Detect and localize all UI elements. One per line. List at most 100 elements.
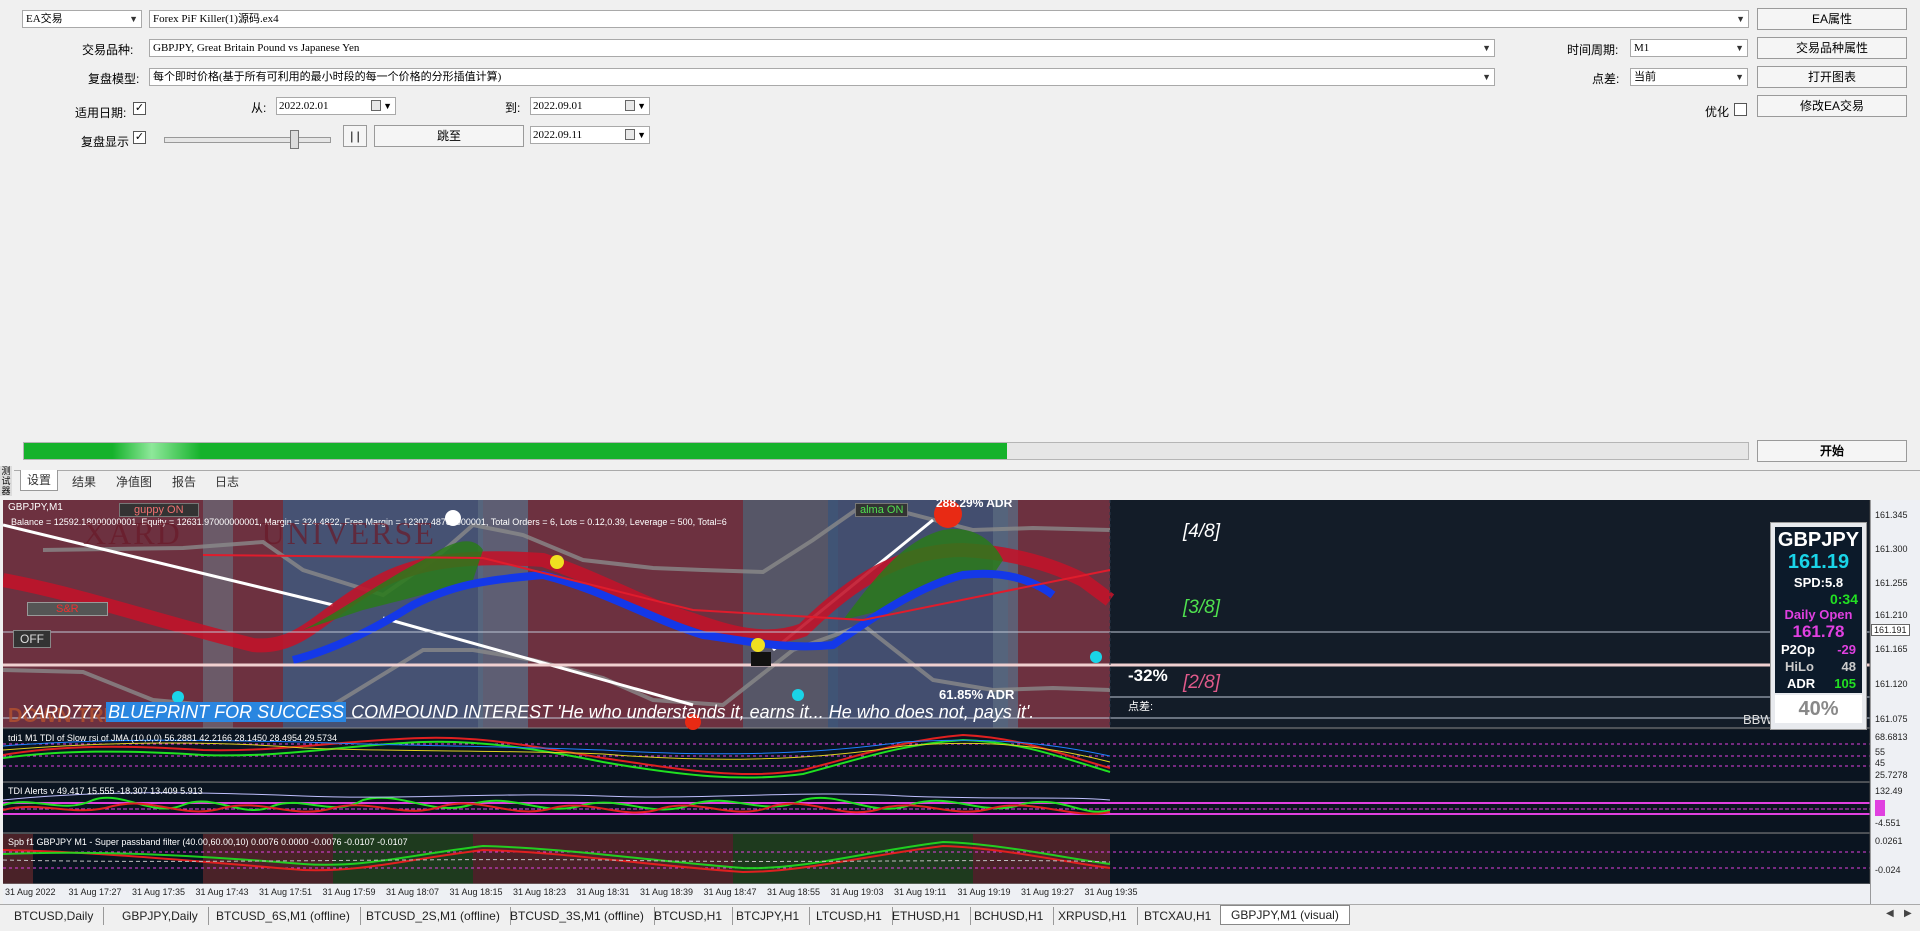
chart-tab[interactable]: GBPJPY,M1 (visual) (1220, 905, 1350, 925)
tab-journal[interactable]: 日志 (209, 472, 245, 492)
chart-tab[interactable]: LTCUSD,H1 (806, 907, 893, 925)
indicator3-label: Spb f1 GBPJPY M1 - Super passband filter… (8, 837, 408, 847)
period-label: 时间周期: (1567, 43, 1619, 57)
marquee-xard: XARD777 (21, 702, 102, 722)
ea-file-select[interactable]: Forex PiF Killer(1)源码.ex4 ▼ (149, 10, 1749, 28)
time-axis-label: 31 Aug 18:47 (703, 887, 757, 897)
time-axis-label: 31 Aug 18:23 (513, 887, 567, 897)
pause-button[interactable]: | | (343, 125, 367, 147)
indicator1-scale-bottom: 25.7278 (1875, 770, 1908, 780)
visual-mode-checkbox[interactable]: ✓ (133, 131, 146, 144)
adr-top-label: 288.29% ADR (936, 500, 1013, 510)
calendar-icon (371, 100, 381, 111)
model-select[interactable]: 每个即时价格(基于所有可利用的最小时段的每一个价格的分形插值计算) ▼ (149, 68, 1495, 86)
progress-fill (24, 443, 1007, 459)
chart-tab[interactable]: ETHUSD,H1 (882, 907, 972, 925)
current-price-tag: 161.191 (1871, 624, 1910, 636)
period-select[interactable]: M1 ▼ (1630, 39, 1748, 57)
indicator2-label: TDI Alerts v 49.417 15.555 -18.307 13.40… (8, 786, 203, 796)
chevron-down-icon: ▼ (129, 14, 138, 24)
tester-tabs (14, 470, 1920, 495)
use-date-label: 适用日期: (75, 106, 127, 120)
alma-toggle[interactable]: alma ON (855, 503, 909, 517)
spread-label: 点差: (1592, 72, 1620, 86)
percent-change: -32% (1128, 666, 1168, 685)
model-value: 每个即时价格(基于所有可利用的最小时段的每一个价格的分形插值计算) (153, 71, 502, 83)
hud-adr-label: ADR (1787, 676, 1816, 691)
chart-tab[interactable]: BTCUSD_6S,M1 (offline) (206, 907, 361, 925)
hud-pair: GBPJPY (1777, 529, 1860, 551)
watermark-text: XARD UNIVERSE (83, 515, 436, 551)
price-tick: 161.345 (1875, 510, 1908, 520)
chart-window[interactable]: GBPJPY,M1 Balance = 12592.18000000001, E… (3, 500, 1920, 904)
start-button[interactable]: 开始 (1757, 440, 1907, 462)
indicator2-scale-bottom: -4.551 (1875, 818, 1901, 828)
symbol-properties-button[interactable]: 交易品种属性 (1757, 37, 1907, 59)
bbw-label: BBW (1743, 712, 1773, 727)
chart-tab[interactable]: BTCUSD,H1 (644, 907, 734, 925)
time-axis-label: 31 Aug 17:43 (195, 887, 249, 897)
hud-adr-value: 105 (1834, 676, 1856, 691)
time-axis: 31 Aug 2022 31 Aug 17:27 31 Aug 17:35 31 Au… (3, 885, 1870, 903)
time-axis-label: 31 Aug 19:35 (1084, 887, 1138, 897)
to-label: 到: (505, 101, 521, 115)
time-axis-label: 31 Aug 17:59 (322, 887, 376, 897)
chart-tab[interactable]: BTCUSD_2S,M1 (offline) (356, 907, 511, 925)
sr-button[interactable]: S&R (27, 602, 108, 616)
ea-type-value: EA交易 (26, 13, 63, 25)
test-progress-bar (23, 442, 1749, 460)
murrey-level-28: [2/8] (1183, 672, 1220, 693)
time-axis-label: 31 Aug 17:27 (68, 887, 122, 897)
hud-spread: SPD:5.8 (1793, 575, 1844, 590)
indicator1-scale-55: 55 (1875, 747, 1886, 757)
symbol-select[interactable]: GBPJPY, Great Britain Pound vs Japanese … (149, 39, 1495, 57)
ea-type-select[interactable]: EA交易 ▼ (22, 10, 142, 28)
chart-tab[interactable]: BCHUSD,H1 (964, 907, 1055, 925)
to-date-picker[interactable]: 2022.09.01 ▼ (530, 97, 650, 115)
tab-report[interactable]: 报告 (166, 472, 202, 492)
time-axis-label: 31 Aug 18:31 (576, 887, 630, 897)
price-tick: 161.165 (1875, 644, 1908, 654)
chart-tab[interactable]: BTCXAU,H1 (1134, 907, 1223, 925)
skip-date-picker[interactable]: 2022.09.11 ▼ (530, 126, 650, 144)
modify-ea-button[interactable]: 修改EA交易 (1757, 95, 1907, 117)
marquee-blueprint: BLUEPRINT FOR SUCCESS (106, 702, 347, 722)
tab-results[interactable]: 结果 (66, 472, 102, 492)
spread-select[interactable]: 当前 ▼ (1630, 68, 1748, 86)
speed-slider-thumb[interactable] (290, 130, 299, 149)
open-chart-button[interactable]: 打开图表 (1757, 66, 1907, 88)
chevron-down-icon: ▼ (1735, 72, 1744, 82)
chevron-down-icon: ▼ (383, 101, 392, 111)
price-tick: 161.120 (1875, 679, 1908, 689)
speed-slider-track[interactable] (164, 137, 331, 143)
indicator3-scale-top: 0.0261 (1875, 836, 1903, 846)
chart-tab[interactable]: XRPUSD,H1 (1048, 907, 1138, 925)
hud-hilo-value: 48 (1841, 659, 1856, 674)
time-axis-label: 31 Aug 18:39 (640, 887, 694, 897)
murrey-level-48: [4/8] (1183, 521, 1220, 542)
indicator1-scale-top: 68.6813 (1875, 732, 1908, 742)
to-date-value: 2022.09.01 (533, 100, 583, 112)
from-date-picker[interactable]: 2022.02.01 ▼ (276, 97, 396, 115)
chevron-down-icon: ▼ (1735, 43, 1744, 53)
hud-price: 161.19 (1787, 551, 1850, 573)
tab-settings[interactable]: 设置 (20, 470, 59, 491)
chart-tab[interactable]: BTCUSD,Daily (4, 907, 105, 925)
skip-to-button[interactable]: 跳至 (374, 125, 524, 147)
ea-properties-button[interactable]: EA属性 (1757, 8, 1907, 30)
tab-equity-chart[interactable]: 净值图 (110, 472, 158, 492)
spread-text: 点差: (1128, 701, 1154, 713)
use-date-checkbox[interactable]: ✓ (133, 102, 146, 115)
adr-mid-label: 61.85% ADR (939, 687, 1015, 702)
tabs-scroll-right-icon[interactable]: ▶ (1904, 908, 1912, 919)
tabs-scroll-left-icon[interactable]: ◀ (1886, 908, 1894, 919)
symbol-info-panel: GBPJPY 161.19 SPD:5.8 0:34 Daily Open 16… (1770, 522, 1867, 730)
chevron-down-icon: ▼ (637, 101, 646, 111)
indicator1-scale-45: 45 (1875, 758, 1886, 768)
chart-tab[interactable]: GBPJPY,Daily (112, 907, 209, 925)
time-axis-label: 31 Aug 18:55 (767, 887, 821, 897)
optimize-checkbox[interactable] (1734, 103, 1747, 116)
chart-tab[interactable]: BTCUSD_3S,M1 (offline) (500, 907, 655, 925)
chart-tab[interactable]: BTCJPY,H1 (726, 907, 811, 925)
off-button[interactable]: OFF (13, 630, 51, 648)
